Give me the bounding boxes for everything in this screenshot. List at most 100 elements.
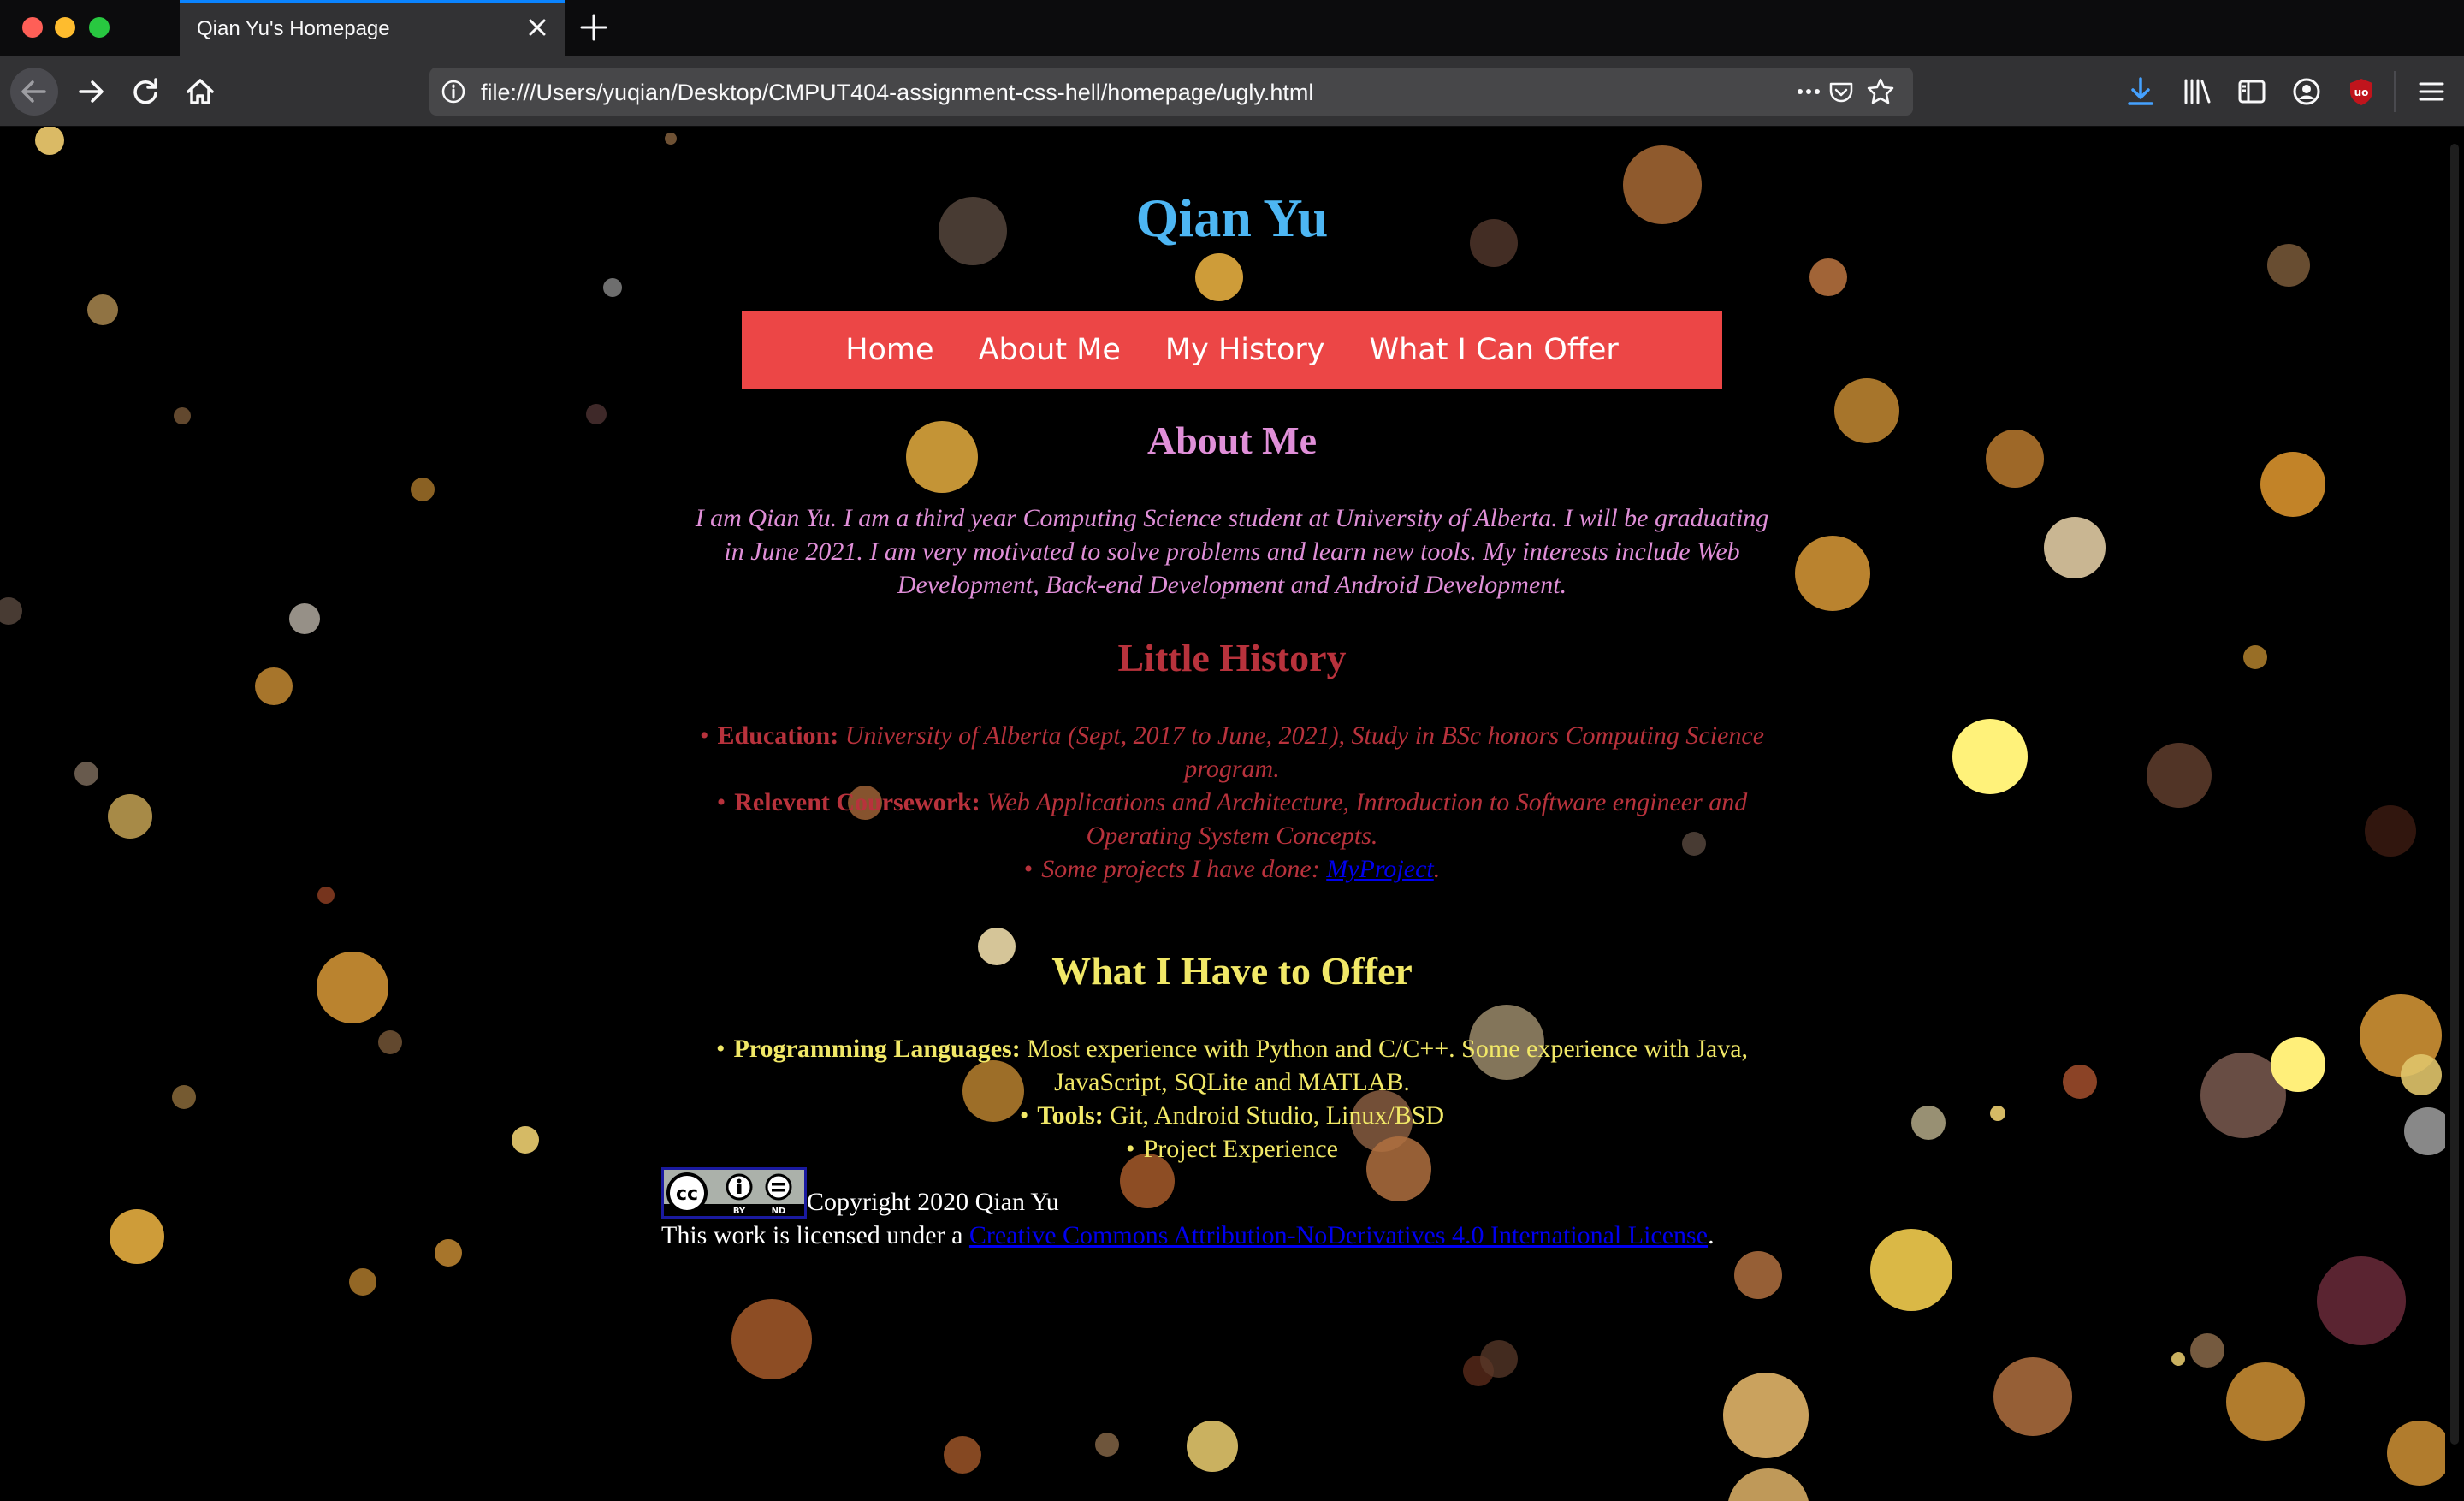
history-heading: Little History (1117, 636, 1347, 679)
bullet: • (1019, 1101, 1029, 1130)
bokeh-dot (2147, 743, 2212, 808)
sidebar-icon[interactable] (2235, 74, 2269, 109)
toolbar-separator (2394, 71, 2396, 112)
bokeh-dot (1734, 1251, 1782, 1299)
svg-text:ND: ND (772, 1207, 786, 1216)
bokeh-dot (2063, 1065, 2097, 1099)
list-item: • Relevent Coursework: Web Applications a… (684, 786, 1780, 852)
bokeh-dot (1911, 1106, 1946, 1140)
bokeh-dot (1870, 1229, 1952, 1311)
tab-title: Qian Yu's Homepage (197, 17, 390, 40)
item-text: Some projects I have done: (1041, 855, 1327, 883)
pocket-icon[interactable] (1826, 76, 1857, 107)
forward-button[interactable] (67, 68, 115, 116)
offer-heading: What I Have to Offer (1051, 949, 1413, 993)
bokeh-dot (665, 133, 677, 145)
item-text: University of Alberta (Sept, 2017 to Jun… (844, 721, 1764, 783)
bokeh-dot (512, 1126, 539, 1154)
item-label: Relevent Coursework: (734, 788, 980, 816)
bokeh-dot (1187, 1421, 1238, 1472)
cc-license-badge[interactable]: cc BY ND (661, 1167, 807, 1219)
bokeh-dot (2365, 805, 2416, 857)
bokeh-dot (1990, 1106, 2005, 1121)
nav-offer-link[interactable]: What I Can Offer (1369, 333, 1618, 367)
item-suffix: . (1433, 855, 1441, 883)
bokeh-dot (1480, 1340, 1518, 1378)
bokeh-dot (2226, 1362, 2305, 1441)
bokeh-dot (317, 952, 388, 1023)
bokeh-dot (1952, 719, 2028, 794)
download-icon[interactable] (2123, 74, 2158, 109)
url-text[interactable]: file:///Users/yuqian/Desktop/CMPUT404-as… (481, 80, 1313, 106)
address-bar[interactable]: file:///Users/yuqian/Desktop/CMPUT404-as… (429, 68, 1913, 116)
scrollbar-thumb[interactable] (2450, 144, 2459, 1445)
license-link[interactable]: Creative Commons Attribution-NoDerivativ… (969, 1221, 1708, 1249)
offer-list: • Programming Languages: Most experience … (684, 1032, 1780, 1166)
about-text: I am Qian Yu. I am a third year Computin… (695, 504, 1769, 599)
my-project-link[interactable]: MyProject (1326, 855, 1434, 883)
zoom-window-button[interactable] (89, 17, 110, 38)
bullet: • (1023, 855, 1034, 883)
item-label: Programming Languages: (733, 1035, 1021, 1063)
bokeh-dot (1095, 1433, 1119, 1457)
item-text: Git, Android Studio, Linux/BSD (1110, 1101, 1445, 1130)
bokeh-dot (317, 887, 335, 904)
svg-text:uo: uo (2354, 86, 2369, 98)
info-icon[interactable] (438, 76, 469, 107)
account-icon[interactable] (2289, 74, 2324, 109)
bokeh-dot (108, 794, 152, 839)
bokeh-dot (1986, 430, 2044, 488)
bokeh-dot (1993, 1357, 2072, 1436)
close-tab-icon[interactable] (524, 14, 551, 41)
home-button[interactable] (176, 68, 224, 116)
bullet: • (1126, 1135, 1135, 1163)
copyright-text: Copyright 2020 Qian Yu (807, 1188, 1059, 1216)
site-nav: Home About Me My History What I Can Offe… (742, 311, 1722, 389)
back-button[interactable] (10, 68, 58, 116)
bokeh-dot (35, 127, 64, 155)
item-label: Tools: (1037, 1101, 1104, 1130)
site-title: Qian Yu (1135, 187, 1329, 248)
bullet: • (716, 788, 726, 816)
item-text: Project Experience (1143, 1135, 1338, 1163)
active-tab[interactable]: Qian Yu's Homepage (180, 0, 565, 56)
svg-text:cc: cc (676, 1184, 698, 1205)
minimize-window-button[interactable] (55, 17, 75, 38)
bokeh-dot (1834, 378, 1899, 443)
reload-button[interactable] (121, 68, 169, 116)
hamburger-menu-icon[interactable] (2414, 74, 2449, 109)
bokeh-dot (435, 1239, 462, 1267)
list-item: • Tools: Git, Android Studio, Linux/BSD (684, 1099, 1780, 1132)
home-icon (187, 79, 214, 104)
close-window-button[interactable] (22, 17, 43, 38)
bookmark-star-icon[interactable] (1865, 76, 1896, 107)
bokeh-dot (944, 1436, 981, 1474)
bokeh-dot (2260, 452, 2325, 517)
nav-home-link[interactable]: Home (845, 333, 933, 367)
nav-history-link[interactable]: My History (1165, 333, 1325, 367)
bokeh-dot (2404, 1107, 2445, 1155)
more-dots-icon[interactable] (1793, 76, 1824, 107)
item-text: Most experience with Python and C/C++. S… (1027, 1035, 1749, 1096)
list-item: • Programming Languages: Most experience … (684, 1032, 1780, 1099)
svg-text:BY: BY (733, 1207, 746, 1216)
library-icon[interactable] (2180, 74, 2214, 109)
nav-about-link[interactable]: About Me (979, 333, 1121, 367)
browser-toolbar: file:///Users/yuqian/Desktop/CMPUT404-as… (0, 56, 2464, 127)
back-arrow-icon (21, 80, 46, 103)
about-heading: About Me (1146, 418, 1318, 462)
bokeh-dot (87, 294, 118, 325)
item-text: Web Applications and Architecture, Intro… (986, 788, 1748, 850)
bokeh-dot (2243, 645, 2267, 669)
page-viewport: Qian Yu Home About Me My History What I … (0, 127, 2445, 1501)
footer: cc BY ND Copyright 2020 Qian Yu This wor… (661, 1167, 1808, 1252)
forward-arrow-icon (79, 80, 104, 103)
ublock-icon[interactable]: uo (2344, 74, 2378, 109)
bokeh-dot (174, 407, 191, 424)
new-tab-icon[interactable] (578, 12, 609, 43)
reload-icon (133, 78, 157, 104)
bullet: • (700, 721, 709, 750)
page-scrollbar[interactable] (2445, 127, 2464, 1501)
history-list: • Education: University of Alberta (Sept,… (684, 719, 1780, 886)
bokeh-dot (2267, 244, 2310, 287)
